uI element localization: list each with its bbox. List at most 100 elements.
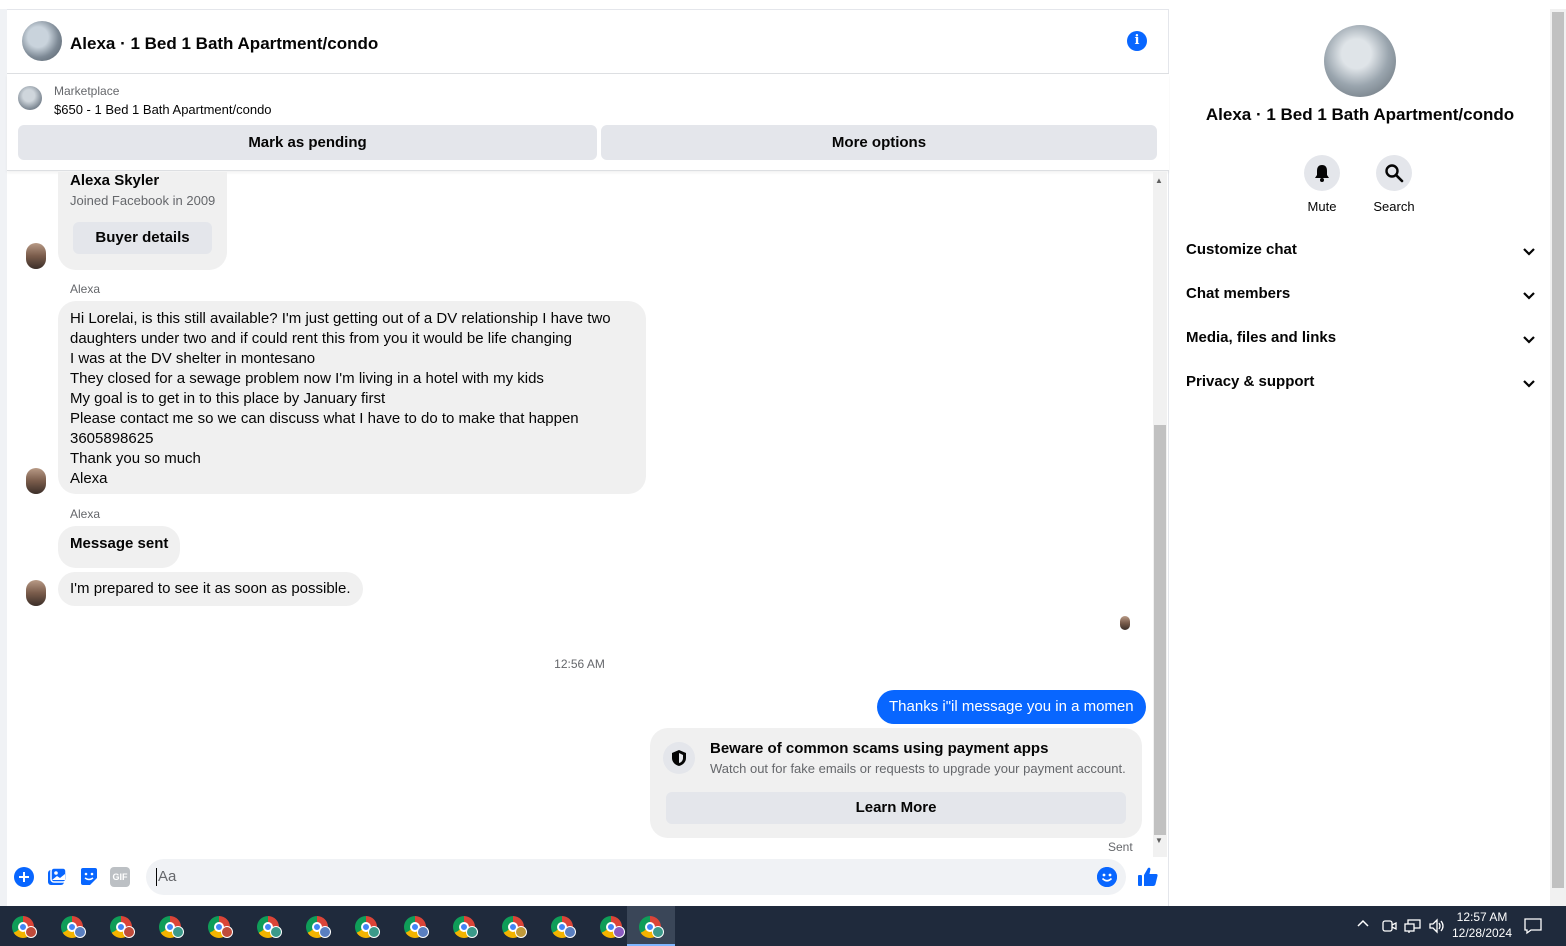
photo-icon[interactable] <box>47 867 67 887</box>
network-icon[interactable] <box>1404 918 1422 946</box>
gif-icon[interactable]: GIF <box>110 867 130 887</box>
tray-chevron-up-icon[interactable] <box>1356 917 1370 946</box>
scam-warning-description: Watch out for fake emails or requests to… <box>710 761 1126 776</box>
customize-chat-section[interactable]: Customize chat <box>1186 241 1536 265</box>
notification-icon[interactable] <box>1523 917 1543 946</box>
emoji-icon[interactable] <box>1097 867 1117 887</box>
taskbar-chrome-icon[interactable] <box>490 906 538 946</box>
panel-avatar[interactable] <box>1324 25 1396 97</box>
buyer-name: Alexa Skyler <box>70 172 160 189</box>
windows-taskbar: 12:57 AM 12/28/2024 <box>0 906 1566 946</box>
message-sent-bubble[interactable]: Message sent <box>58 526 181 568</box>
chat-title[interactable]: Alexa · 1 Bed 1 Bath Apartment/condo <box>70 34 378 54</box>
sticker-icon[interactable] <box>79 867 99 887</box>
plus-icon[interactable] <box>14 867 34 887</box>
message-line: Thank you so much <box>70 450 201 467</box>
buyer-joined: Joined Facebook in 2009 <box>70 193 216 208</box>
section-label: Privacy & support <box>1186 373 1315 390</box>
scam-warning-title: Beware of common scams using payment app… <box>710 740 1049 757</box>
taskbar-chrome-icon[interactable] <box>245 906 293 946</box>
chat-avatar[interactable] <box>22 21 62 61</box>
section-label: Customize chat <box>1186 241 1297 258</box>
learn-more-button[interactable]: Learn More <box>666 792 1126 824</box>
taskbar-clock[interactable]: 12:57 AM 12/28/2024 <box>1450 909 1514 941</box>
message-bubble-long[interactable]: Hi Lorelai, is this still available? I'm… <box>58 301 646 494</box>
chevron-down-icon <box>1523 380 1535 388</box>
message-input[interactable]: Aa <box>146 859 1126 895</box>
message-input-placeholder: Aa <box>156 868 177 886</box>
mark-as-pending-button[interactable]: Mark as pending <box>18 125 597 160</box>
message-timestamp: 12:56 AM <box>554 657 605 671</box>
taskbar-chrome-icon-active[interactable] <box>627 906 675 946</box>
message-line: 3605898625 <box>70 430 154 447</box>
message-scrollbar-thumb[interactable] <box>1154 425 1166 835</box>
sender-name: Alexa <box>70 507 101 521</box>
search-icon[interactable] <box>1376 155 1412 191</box>
sender-avatar[interactable] <box>26 243 46 269</box>
taskbar-chrome-icon[interactable] <box>0 906 48 946</box>
section-label: Chat members <box>1186 285 1291 302</box>
buyer-details-button[interactable]: Buyer details <box>73 222 212 254</box>
left-edge <box>0 9 7 906</box>
mute-action[interactable]: Mute <box>1292 155 1352 214</box>
chat-column: Alexa · 1 Bed 1 Bath Apartment/condo i M… <box>7 9 1169 906</box>
chevron-down-icon <box>1523 248 1535 256</box>
buyer-card: Alexa Skyler Joined Facebook in 2009 Buy… <box>58 172 227 270</box>
marketplace-label: Marketplace <box>54 84 120 98</box>
mute-label: Mute <box>1307 199 1337 214</box>
info-icon[interactable]: i <box>1127 31 1147 51</box>
message-line: Please contact me so we can discuss what… <box>70 410 579 427</box>
sender-avatar[interactable] <box>26 580 46 606</box>
privacy-support-section[interactable]: Privacy & support <box>1186 373 1536 397</box>
volume-icon[interactable] <box>1428 918 1446 946</box>
listing-thumbnail[interactable] <box>18 86 42 110</box>
message-line: daughters under two and if could rent th… <box>70 330 572 347</box>
chevron-down-icon <box>1523 336 1535 344</box>
panel-chat-name: Alexa · 1 Bed 1 Bath Apartment/condo <box>1205 105 1515 124</box>
chevron-down-icon <box>1523 292 1535 300</box>
taskbar-chrome-icon[interactable] <box>539 906 587 946</box>
section-label: Media, files and links <box>1186 329 1337 346</box>
scam-warning-card: Beware of common scams using payment app… <box>650 728 1142 838</box>
thumbs-up-icon[interactable] <box>1137 866 1159 888</box>
outgoing-message-bubble[interactable]: Thanks i"il message you in a momen <box>877 690 1146 724</box>
more-options-button[interactable]: More options <box>601 125 1157 160</box>
search-label: Search <box>1373 199 1415 214</box>
listing-title[interactable]: $650 - 1 Bed 1 Bath Apartment/condo <box>54 102 272 117</box>
message-line: My goal is to get in to this place by Ja… <box>70 390 386 407</box>
sender-avatar[interactable] <box>26 468 46 494</box>
page-scrollbar-thumb[interactable] <box>1552 12 1564 888</box>
message-line: Hi Lorelai, is this still available? I'm… <box>70 310 611 327</box>
message-bubble-prepared[interactable]: I'm prepared to see it as soon as possib… <box>58 572 363 606</box>
message-line: Alexa <box>70 470 108 487</box>
taskbar-chrome-icon[interactable] <box>392 906 440 946</box>
marketplace-bar: Marketplace $650 - 1 Bed 1 Bath Apartmen… <box>7 74 1169 171</box>
taskbar-time: 12:57 AM <box>1456 910 1508 924</box>
meeting-icon[interactable] <box>1381 918 1397 946</box>
taskbar-chrome-icon[interactable] <box>441 906 489 946</box>
chat-details-panel: Alexa · 1 Bed 1 Bath Apartment/condo Mut… <box>1170 9 1550 906</box>
message-list: Alexa Skyler Joined Facebook in 2009 Buy… <box>7 172 1152 857</box>
messenger-window: Alexa · 1 Bed 1 Bath Apartment/condo i M… <box>0 0 1566 946</box>
message-line: I was at the DV shelter in montesano <box>70 350 316 367</box>
search-action[interactable]: Search <box>1364 155 1424 214</box>
taskbar-chrome-icon[interactable] <box>196 906 244 946</box>
taskbar-chrome-icon[interactable] <box>147 906 195 946</box>
composer: GIF Aa <box>7 857 1169 907</box>
sender-name: Alexa <box>70 282 101 296</box>
taskbar-chrome-icon[interactable] <box>98 906 146 946</box>
taskbar-date: 12/28/2024 <box>1451 926 1513 940</box>
shield-icon <box>663 742 695 774</box>
message-line: They closed for a sewage problem now I'm… <box>70 370 544 387</box>
scroll-down-arrow-icon[interactable]: ▼ <box>1155 836 1163 845</box>
chat-header: Alexa · 1 Bed 1 Bath Apartment/condo i <box>7 10 1169 74</box>
scroll-up-arrow-icon[interactable]: ▲ <box>1155 176 1163 185</box>
bell-icon[interactable] <box>1304 155 1340 191</box>
media-files-links-section[interactable]: Media, files and links <box>1186 329 1536 353</box>
seen-avatar <box>1120 616 1130 630</box>
taskbar-chrome-icon[interactable] <box>343 906 391 946</box>
taskbar-chrome-icon[interactable] <box>294 906 342 946</box>
chat-members-section[interactable]: Chat members <box>1186 285 1536 309</box>
sent-status: Sent <box>1108 840 1133 854</box>
taskbar-chrome-icon[interactable] <box>49 906 97 946</box>
